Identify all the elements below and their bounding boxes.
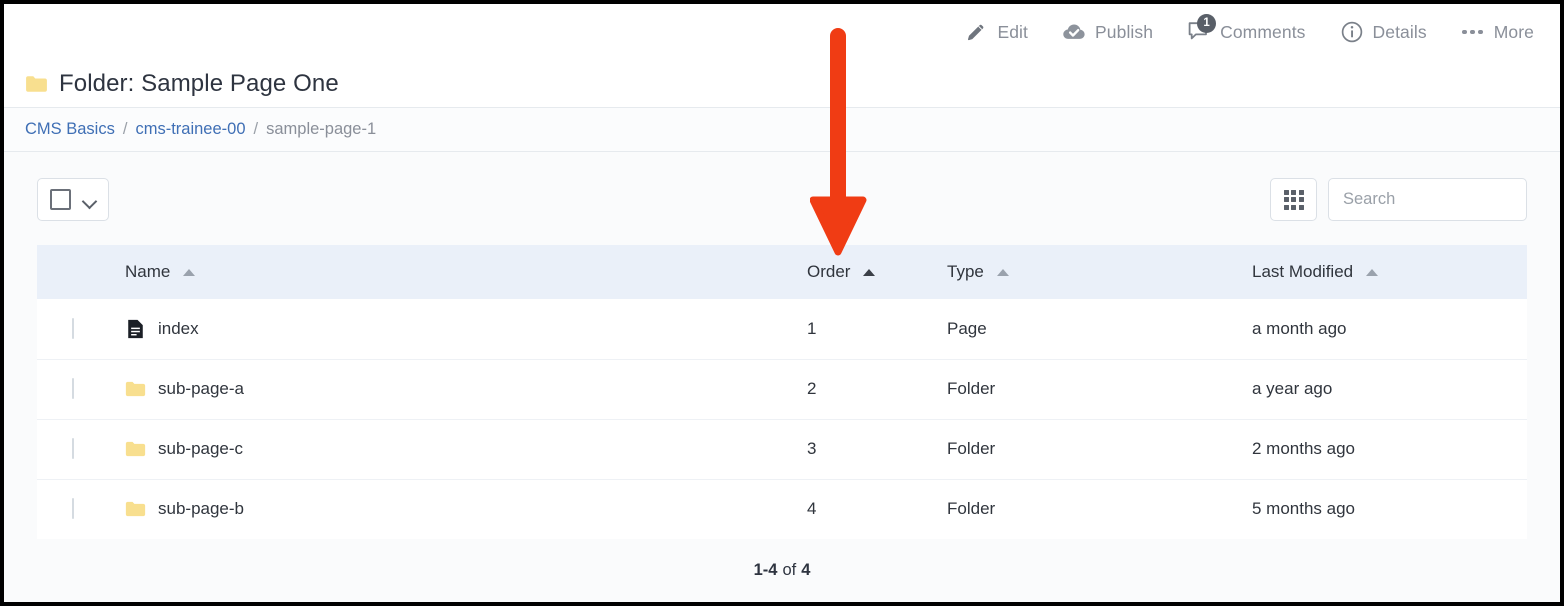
more-button[interactable]: More [1461, 20, 1534, 44]
comment-bubble-icon: 1 [1187, 14, 1217, 44]
breadcrumb-separator: / [253, 120, 259, 138]
sort-ascending-icon[interactable] [1366, 268, 1379, 276]
pagination-total: 4 [801, 560, 811, 579]
row-order-cell: 2 [807, 379, 817, 398]
screenshot-frame: Edit Publish 1 Comments Details More Fol… [0, 0, 1564, 606]
page-icon [128, 319, 143, 338]
column-header-order[interactable]: Order [807, 245, 947, 299]
pencil-icon [964, 20, 988, 44]
row-checkbox-cell [37, 359, 125, 419]
select-all-checkbox[interactable] [50, 189, 71, 210]
pagination-range: 1-4 [753, 560, 778, 579]
row-modified-cell: a year ago [1252, 379, 1333, 398]
row-modified-cell: a month ago [1252, 318, 1347, 338]
row-checkbox-cell [37, 299, 125, 359]
pagination-of-label: of [782, 560, 797, 579]
folder-icon [26, 75, 47, 92]
publish-button[interactable]: Publish [1062, 20, 1153, 44]
table-toolbar [4, 152, 1560, 247]
column-header-checkbox [37, 245, 125, 299]
column-header-last-modified[interactable]: Last Modified [1252, 245, 1527, 299]
sort-ascending-icon[interactable] [996, 268, 1009, 276]
page-title-bar: Folder: Sample Page One [4, 60, 1560, 108]
content-table: Name Order Type Last Modified index 1 Pa… [37, 245, 1527, 539]
cloud-check-icon [1062, 20, 1086, 44]
column-header-type-label: Type [947, 262, 984, 281]
row-modified-cell: 5 months ago [1252, 499, 1356, 519]
details-label: Details [1372, 21, 1427, 42]
page-title: Folder: Sample Page One [59, 69, 339, 97]
chevron-down-icon [83, 196, 96, 204]
breadcrumb-item-cms-basics[interactable]: CMS Basics [25, 120, 115, 139]
grid-view-button[interactable] [1270, 178, 1317, 221]
info-circle-icon [1340, 20, 1364, 44]
comments-label: Comments [1220, 21, 1306, 42]
table-row[interactable]: sub-page-b 4 Folder 5 months ago [37, 479, 1527, 539]
row-checkbox[interactable] [72, 438, 74, 459]
breadcrumb: CMS Basics / cms-trainee-00 / sample-pag… [4, 108, 1560, 152]
table-row[interactable]: sub-page-a 2 Folder a year ago [37, 359, 1527, 419]
row-checkbox-cell [37, 419, 125, 479]
breadcrumb-item-cms-trainee-00[interactable]: cms-trainee-00 [135, 120, 245, 139]
column-header-type[interactable]: Type [947, 245, 1252, 299]
row-name-cell: index [125, 299, 807, 359]
row-name-label[interactable]: index [158, 319, 199, 339]
edit-button[interactable]: Edit [964, 20, 1028, 44]
toolbar-right-group [1270, 178, 1527, 221]
breadcrumb-item-current: sample-page-1 [266, 120, 377, 138]
column-header-name-label: Name [125, 262, 171, 281]
folder-icon [125, 502, 146, 517]
action-bar: Edit Publish 1 Comments Details More [4, 4, 1560, 60]
table-header-row: Name Order Type Last Modified [37, 245, 1527, 299]
comments-button[interactable]: 1 Comments [1187, 14, 1306, 44]
row-type-cell: Folder [947, 379, 996, 398]
row-order-cell: 1 [807, 318, 817, 338]
row-checkbox[interactable] [72, 317, 74, 339]
select-all-dropdown[interactable] [37, 178, 109, 221]
row-name-cell: sub-page-c [125, 419, 807, 479]
column-header-order-label: Order [807, 262, 851, 281]
row-checkbox-cell [37, 479, 125, 539]
row-type-cell: Page [947, 318, 987, 338]
breadcrumb-separator: / [122, 120, 128, 138]
table-row[interactable]: index 1 Page a month ago [37, 299, 1527, 359]
row-checkbox[interactable] [72, 498, 74, 520]
sort-ascending-icon[interactable] [863, 268, 876, 276]
row-checkbox[interactable] [72, 378, 74, 399]
row-name-cell: sub-page-b [125, 479, 807, 539]
column-header-name[interactable]: Name [125, 245, 807, 299]
row-name-label[interactable]: sub-page-a [158, 379, 244, 399]
sort-ascending-icon[interactable] [183, 268, 196, 276]
row-order-cell: 4 [807, 499, 817, 519]
ellipsis-icon [1461, 20, 1485, 44]
row-name-label[interactable]: sub-page-b [158, 499, 244, 519]
table-row[interactable]: sub-page-c 3 Folder 2 months ago [37, 419, 1527, 479]
details-button[interactable]: Details [1340, 20, 1427, 44]
comments-count-badge: 1 [1197, 14, 1217, 33]
edit-label: Edit [997, 21, 1028, 42]
row-modified-cell: 2 months ago [1252, 439, 1356, 458]
row-type-cell: Folder [947, 499, 996, 519]
publish-label: Publish [1095, 21, 1154, 42]
more-label: More [1493, 21, 1534, 42]
row-type-cell: Folder [947, 439, 996, 458]
row-name-label[interactable]: sub-page-c [158, 439, 243, 459]
grid-view-icon [1283, 189, 1304, 210]
pagination-summary: 1-4 of 4 [37, 541, 1527, 599]
row-name-cell: sub-page-a [125, 359, 807, 419]
search-input[interactable] [1328, 178, 1527, 221]
row-order-cell: 3 [807, 439, 817, 458]
folder-icon [125, 441, 146, 457]
folder-icon [125, 381, 146, 397]
column-header-last-modified-label: Last Modified [1252, 262, 1354, 281]
